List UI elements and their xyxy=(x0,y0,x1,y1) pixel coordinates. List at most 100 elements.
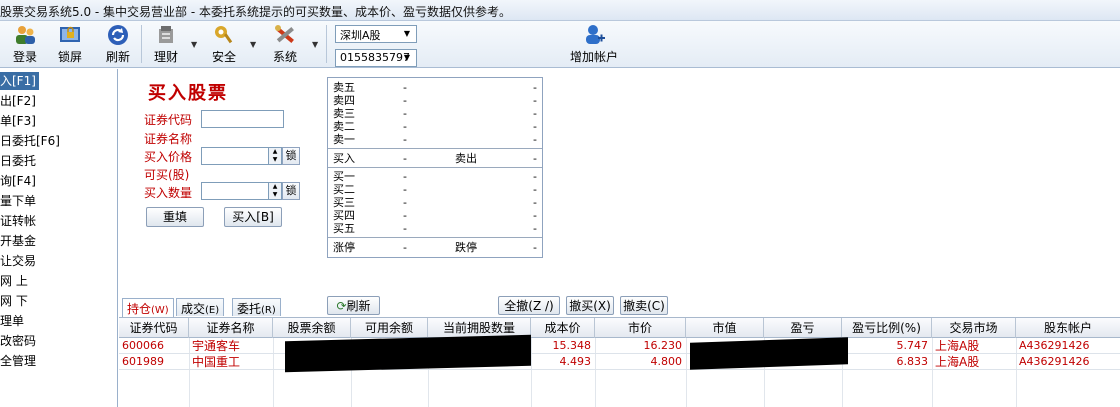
name-label: 证券名称 xyxy=(144,132,193,146)
system-tools-icon xyxy=(275,25,294,43)
refresh-small-icon: ⟳ xyxy=(336,299,347,313)
finance-icon xyxy=(159,26,173,43)
quote-row-buy2: 买二 - - xyxy=(333,183,537,196)
cancel-buy-button[interactable]: 撤买(X) xyxy=(566,296,614,315)
col-account[interactable]: 股东帐户 xyxy=(1016,318,1120,338)
redaction-mark xyxy=(285,334,531,373)
finance-dropdown-icon[interactable]: ▼ xyxy=(191,40,197,49)
quote-row-limits: 涨停 - 跌停 - xyxy=(333,241,537,254)
user-login-icon xyxy=(16,26,35,44)
finance-button[interactable]: 理财 xyxy=(143,24,189,66)
system-dropdown-icon[interactable]: ▼ xyxy=(312,40,318,49)
account-select-arrow-icon[interactable]: ▼ xyxy=(400,51,414,65)
quote-panel: 卖五 - - 卖四 - - 卖三 - - 卖二 - - 卖一 - - 买入 - 卖出 - 买一 - - 买二… xyxy=(327,77,543,258)
quantity-input[interactable] xyxy=(201,182,269,200)
col-value[interactable]: 市值 xyxy=(686,318,764,338)
form-title: 买入股票 xyxy=(148,83,228,104)
quote-row-buy5: 买五 - - xyxy=(333,222,537,235)
refresh-button[interactable]: 刷新 xyxy=(95,24,141,66)
col-pnl[interactable]: 盈亏 xyxy=(764,318,842,338)
price-lock-button[interactable]: 锁 xyxy=(282,147,300,165)
col-name[interactable]: 证券名称 xyxy=(189,318,273,338)
account-select[interactable]: 0155835797 ▼ xyxy=(335,49,417,67)
holdings-table: 证券代码 证券名称 股票余额 可用余额 当前拥股数量 成本价 市价 市值 盈亏 … xyxy=(119,317,1120,407)
table-row[interactable]: 600066 宇通客车 15.348 16.230 5.747 上海A股 A43… xyxy=(119,338,1120,354)
system-button[interactable]: 系统 xyxy=(262,24,308,66)
nav-item-transfer-trade[interactable]: 让交易 xyxy=(0,252,36,270)
security-key-icon xyxy=(215,26,233,44)
quantity-label: 买入数量 xyxy=(144,186,193,200)
quote-row-sell1: 卖一 - - xyxy=(333,133,537,146)
quote-row-buy3: 买三 - - xyxy=(333,196,537,209)
nav-item-today-orders-f6[interactable]: 日委托[F6] xyxy=(0,132,60,150)
col-balance[interactable]: 股票余额 xyxy=(273,318,351,338)
tab-orders[interactable]: 委托(R) xyxy=(232,298,281,316)
code-label: 证券代码 xyxy=(144,113,193,127)
security-button[interactable]: 安全 xyxy=(201,24,247,66)
col-pnl-pct[interactable]: 盈亏比例(%) xyxy=(842,318,932,338)
nav-item-open-fund[interactable]: 开基金 xyxy=(0,232,36,250)
add-account-button[interactable]: 增加帐户 xyxy=(566,24,622,66)
nav-item-security-management[interactable]: 全管理 xyxy=(0,352,36,370)
nav-item-bank-transfer[interactable]: 证转帐 xyxy=(0,212,36,230)
nav-item-buy[interactable]: 入[F1] xyxy=(0,72,39,90)
nav-item-online[interactable]: 网 上 xyxy=(0,272,28,290)
price-spinner-icon[interactable]: ▲ ▼ xyxy=(269,147,282,165)
quote-row-sell5: 卖五 - - xyxy=(333,81,537,94)
toolbar-separator xyxy=(141,25,142,63)
quote-row-buy-sell: 买入 - 卖出 - xyxy=(333,152,537,165)
nav-item-today-orders[interactable]: 日委托 xyxy=(0,152,36,170)
nav-item-change-password[interactable]: 改密码 xyxy=(0,332,36,350)
nav-item-query[interactable]: 询[F4] xyxy=(0,172,36,190)
nav-item-wealth-order[interactable]: 理单 xyxy=(0,312,24,330)
col-code[interactable]: 证券代码 xyxy=(119,318,189,338)
price-label: 买入价格 xyxy=(144,150,193,164)
main-panel: 买入股票 证券代码 证券名称 买入价格 ▲ ▼ 锁 可买(股) 买入数量 ▲ ▼ 锁… xyxy=(119,69,1120,407)
reset-button[interactable]: 重填 xyxy=(146,207,204,227)
bottom-tabs: 持仓(W) 成交(E) 委托(R) ⟳刷新 全撤(Z /) 撤买(X) 撤卖(C… xyxy=(119,296,1120,317)
quote-divider xyxy=(328,148,542,149)
left-nav: 入[F1] 出[F2] 单[F3] 日委托[F6] 日委托 询[F4] 量下单 … xyxy=(0,69,118,407)
quote-divider xyxy=(328,237,542,238)
quantity-spinner-icon[interactable]: ▲ ▼ xyxy=(269,182,282,200)
window-title: 股票交易系统5.0 - 集中交易营业部 - 本委托系统提示的可买数量、成本价、盈… xyxy=(0,5,512,19)
quote-row-sell4: 卖四 - - xyxy=(333,94,537,107)
buy-button[interactable]: 买入[B] xyxy=(224,207,282,227)
cancel-sell-button[interactable]: 撤卖(C) xyxy=(620,296,668,315)
table-refresh-button[interactable]: ⟳刷新 xyxy=(327,296,380,315)
quantity-lock-button[interactable]: 锁 xyxy=(282,182,300,200)
market-select-arrow-icon[interactable]: ▼ xyxy=(400,27,414,41)
cancel-all-button[interactable]: 全撤(Z /) xyxy=(498,296,560,315)
col-market[interactable]: 交易市场 xyxy=(932,318,1016,338)
tab-positions[interactable]: 持仓(W) xyxy=(122,298,174,317)
title-bar: 股票交易系统5.0 - 集中交易营业部 - 本委托系统提示的可买数量、成本价、盈… xyxy=(0,0,1120,21)
quote-divider xyxy=(328,167,542,168)
table-header: 证券代码 证券名称 股票余额 可用余额 当前拥股数量 成本价 市价 市值 盈亏 … xyxy=(119,317,1120,338)
nav-item-offline[interactable]: 网 下 xyxy=(0,292,28,310)
lock-screen-icon xyxy=(60,26,80,42)
security-dropdown-icon[interactable]: ▼ xyxy=(250,40,256,49)
quote-row-sell2: 卖二 - - xyxy=(333,120,537,133)
available-label: 可买(股) xyxy=(144,168,190,182)
col-price[interactable]: 市价 xyxy=(595,318,686,338)
lock-screen-button[interactable]: 锁屏 xyxy=(47,24,93,66)
market-select[interactable]: 深圳A股 ▼ xyxy=(335,25,417,43)
quote-row-buy4: 买四 - - xyxy=(333,209,537,222)
price-input[interactable] xyxy=(201,147,269,165)
redaction-mark xyxy=(690,337,848,370)
add-account-icon xyxy=(586,25,605,44)
tab-trades[interactable]: 成交(E) xyxy=(176,298,225,316)
nav-item-cancel[interactable]: 单[F3] xyxy=(0,112,36,130)
nav-item-sell[interactable]: 出[F2] xyxy=(0,92,36,110)
refresh-icon xyxy=(108,25,128,45)
toolbar-separator xyxy=(326,25,327,63)
nav-item-batch-order[interactable]: 量下单 xyxy=(0,192,36,210)
table-row[interactable]: 601989 中国重工 4.493 4.800 6.833 上海A股 A4362… xyxy=(119,354,1120,370)
toolbar: 登录 锁屏 刷新 理财 ▼ 安全 ▼ 系统 ▼ 深圳A股 ▼ 015583579… xyxy=(0,21,1120,68)
col-available[interactable]: 可用余额 xyxy=(351,318,428,338)
code-input[interactable] xyxy=(201,110,284,128)
col-cost[interactable]: 成本价 xyxy=(531,318,595,338)
quote-row-sell3: 卖三 - - xyxy=(333,107,537,120)
login-button[interactable]: 登录 xyxy=(2,24,48,66)
quote-row-buy1: 买一 - - xyxy=(333,170,537,183)
